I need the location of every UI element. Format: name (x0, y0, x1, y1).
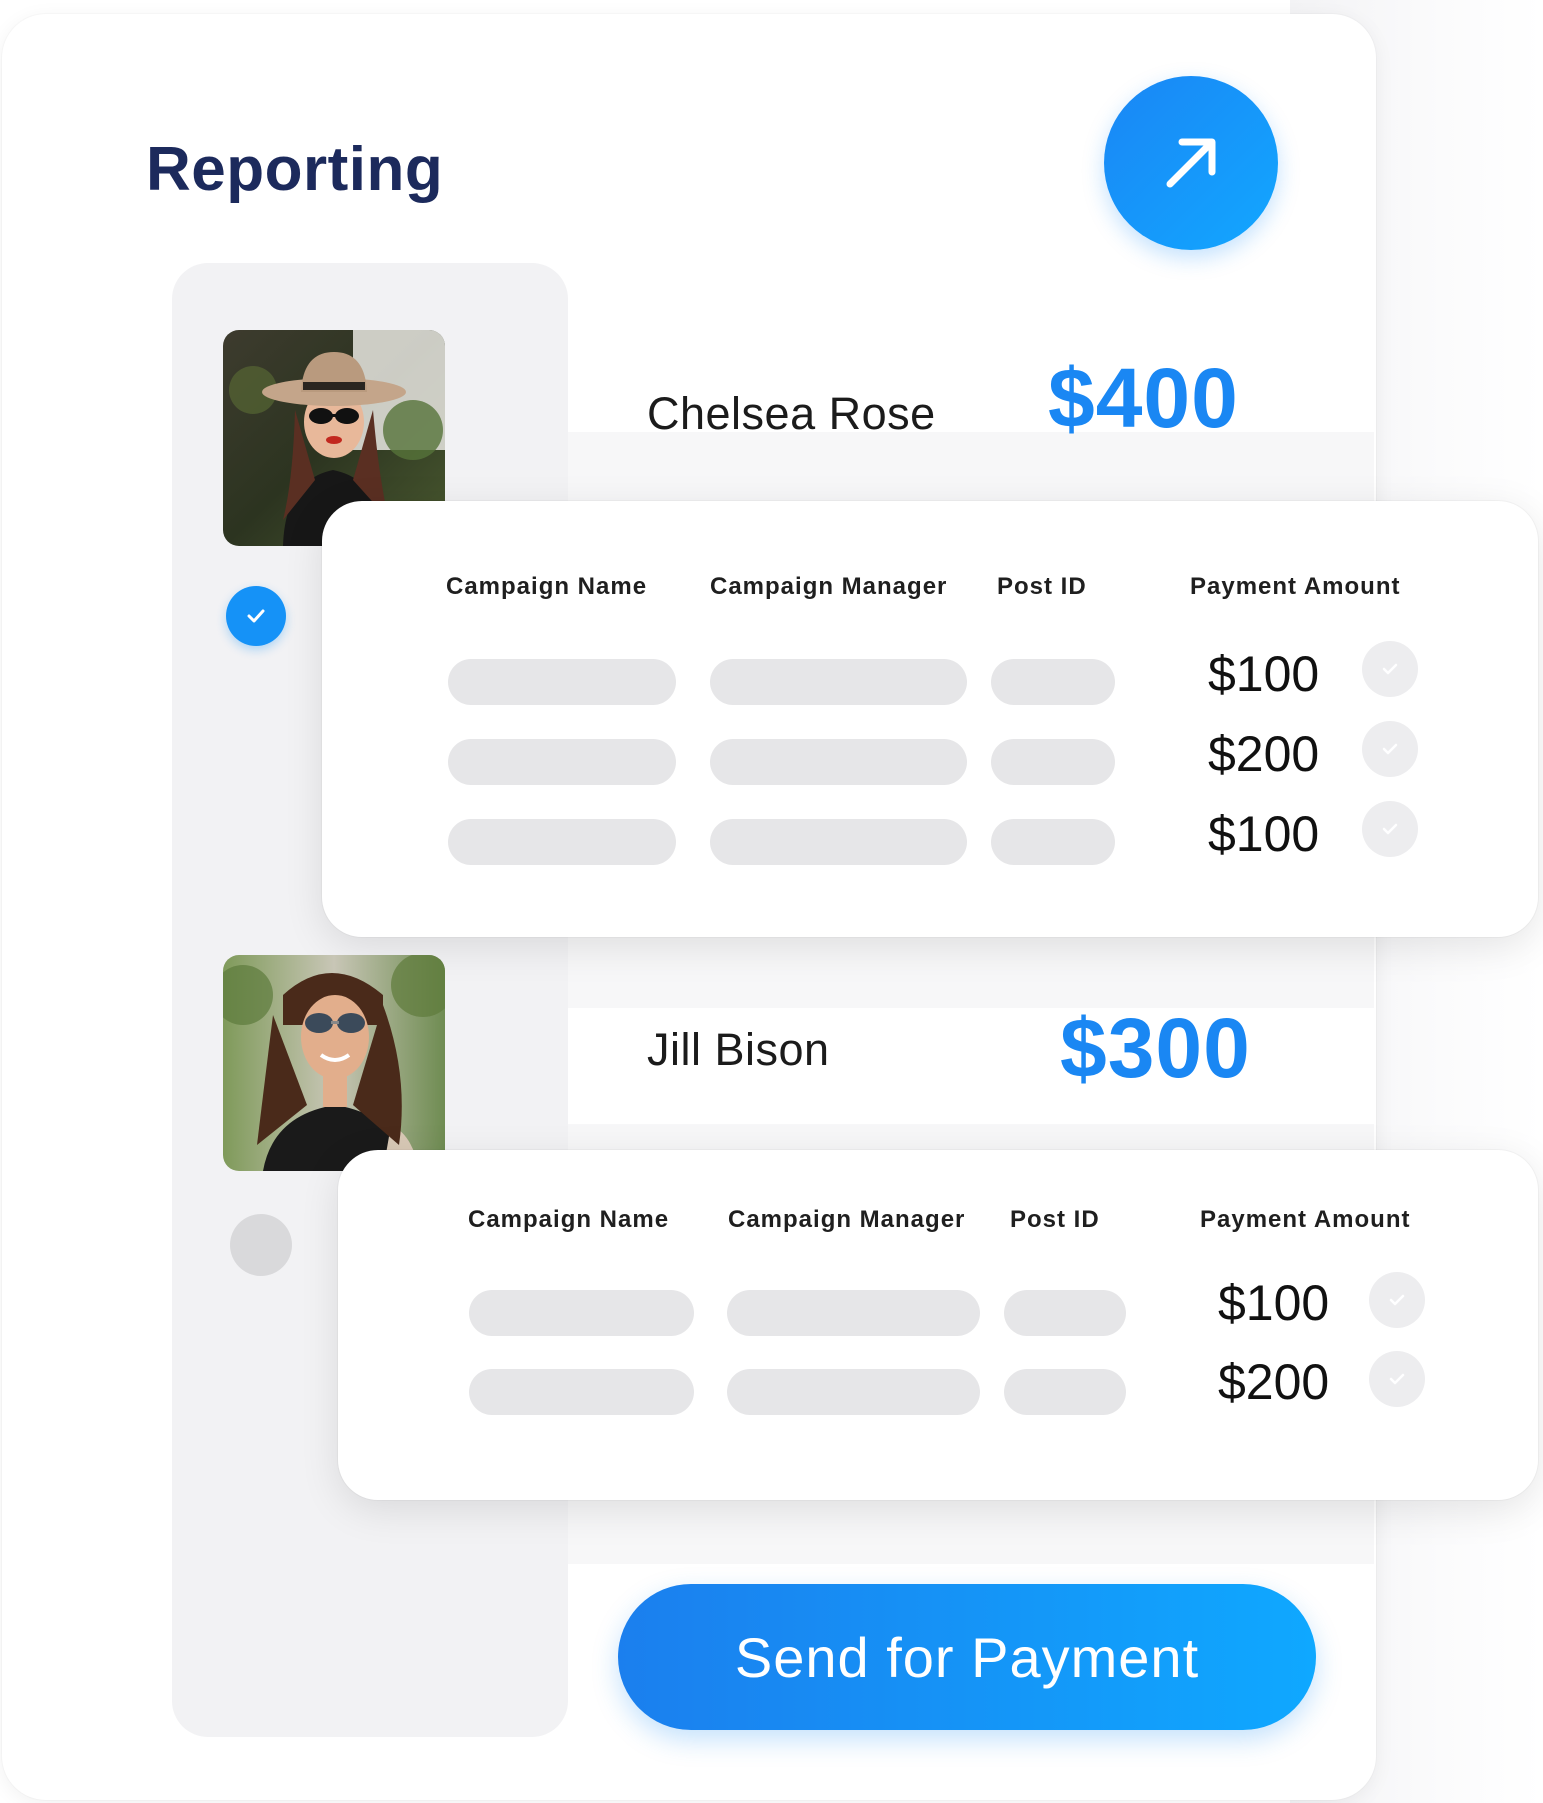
check-icon (1382, 823, 1398, 835)
campaign-name-placeholder (448, 659, 676, 705)
person-total: $300 (1060, 1001, 1251, 1095)
check-icon (247, 609, 265, 623)
campaign-manager-placeholder (710, 659, 967, 705)
payment-amount: $200 (1218, 1354, 1330, 1410)
avatar-jill-bison (223, 955, 445, 1171)
column-header-campaign-name: Campaign Name (446, 573, 648, 600)
check-icon (1389, 1373, 1405, 1385)
campaign-name-placeholder (469, 1369, 694, 1415)
column-header-campaign-manager: Campaign Manager (710, 573, 948, 600)
campaign-name-placeholder (448, 819, 676, 865)
row-approve-toggle[interactable] (1362, 641, 1418, 697)
select-chelsea-rose-checkbox[interactable] (226, 586, 286, 646)
row-band (568, 1494, 1374, 1564)
payment-amount: $200 (1208, 726, 1320, 782)
row-approve-toggle[interactable] (1362, 801, 1418, 857)
post-id-placeholder (991, 659, 1115, 705)
campaign-manager-placeholder (710, 819, 967, 865)
post-id-placeholder (1004, 1369, 1126, 1415)
person-name: Chelsea Rose (647, 388, 936, 439)
column-header-campaign-name: Campaign Name (468, 1206, 670, 1233)
arrow-up-right-icon (1166, 138, 1216, 188)
payment-amount: $100 (1208, 646, 1320, 702)
column-header-post-id: Post ID (997, 573, 1087, 600)
column-header-campaign-manager: Campaign Manager (728, 1206, 966, 1233)
column-header-post-id: Post ID (1010, 1206, 1100, 1233)
send-for-payment-button[interactable]: Send for Payment (618, 1584, 1316, 1730)
row-approve-toggle[interactable] (1369, 1272, 1425, 1328)
row-band (568, 936, 1374, 1008)
column-header-payment-amount: Payment Amount (1200, 1206, 1411, 1233)
campaign-name-placeholder (448, 739, 676, 785)
person-total: $400 (1048, 351, 1239, 445)
post-id-placeholder (991, 819, 1115, 865)
row-band (568, 1124, 1374, 1152)
row-approve-toggle[interactable] (1369, 1351, 1425, 1407)
open-report-button[interactable] (1104, 76, 1278, 250)
payment-table-chelsea-rose: Campaign Name Campaign Manager Post ID P… (322, 501, 1538, 937)
check-icon (1389, 1294, 1405, 1306)
payment-table-jill-bison: Campaign Name Campaign Manager Post ID P… (338, 1150, 1538, 1500)
select-jill-bison-checkbox[interactable] (230, 1214, 292, 1276)
payment-amount: $100 (1208, 806, 1320, 862)
campaign-manager-placeholder (727, 1290, 980, 1336)
column-header-payment-amount: Payment Amount (1190, 573, 1401, 600)
check-icon (1382, 663, 1398, 675)
campaign-manager-placeholder (710, 739, 967, 785)
check-icon (1382, 743, 1398, 755)
post-id-placeholder (1004, 1290, 1126, 1336)
row-band (568, 432, 1374, 502)
person-name: Jill Bison (647, 1024, 830, 1075)
post-id-placeholder (991, 739, 1115, 785)
campaign-manager-placeholder (727, 1369, 980, 1415)
campaign-name-placeholder (469, 1290, 694, 1336)
row-approve-toggle[interactable] (1362, 721, 1418, 777)
payment-amount: $100 (1218, 1275, 1330, 1331)
page-title: Reporting (146, 135, 444, 204)
